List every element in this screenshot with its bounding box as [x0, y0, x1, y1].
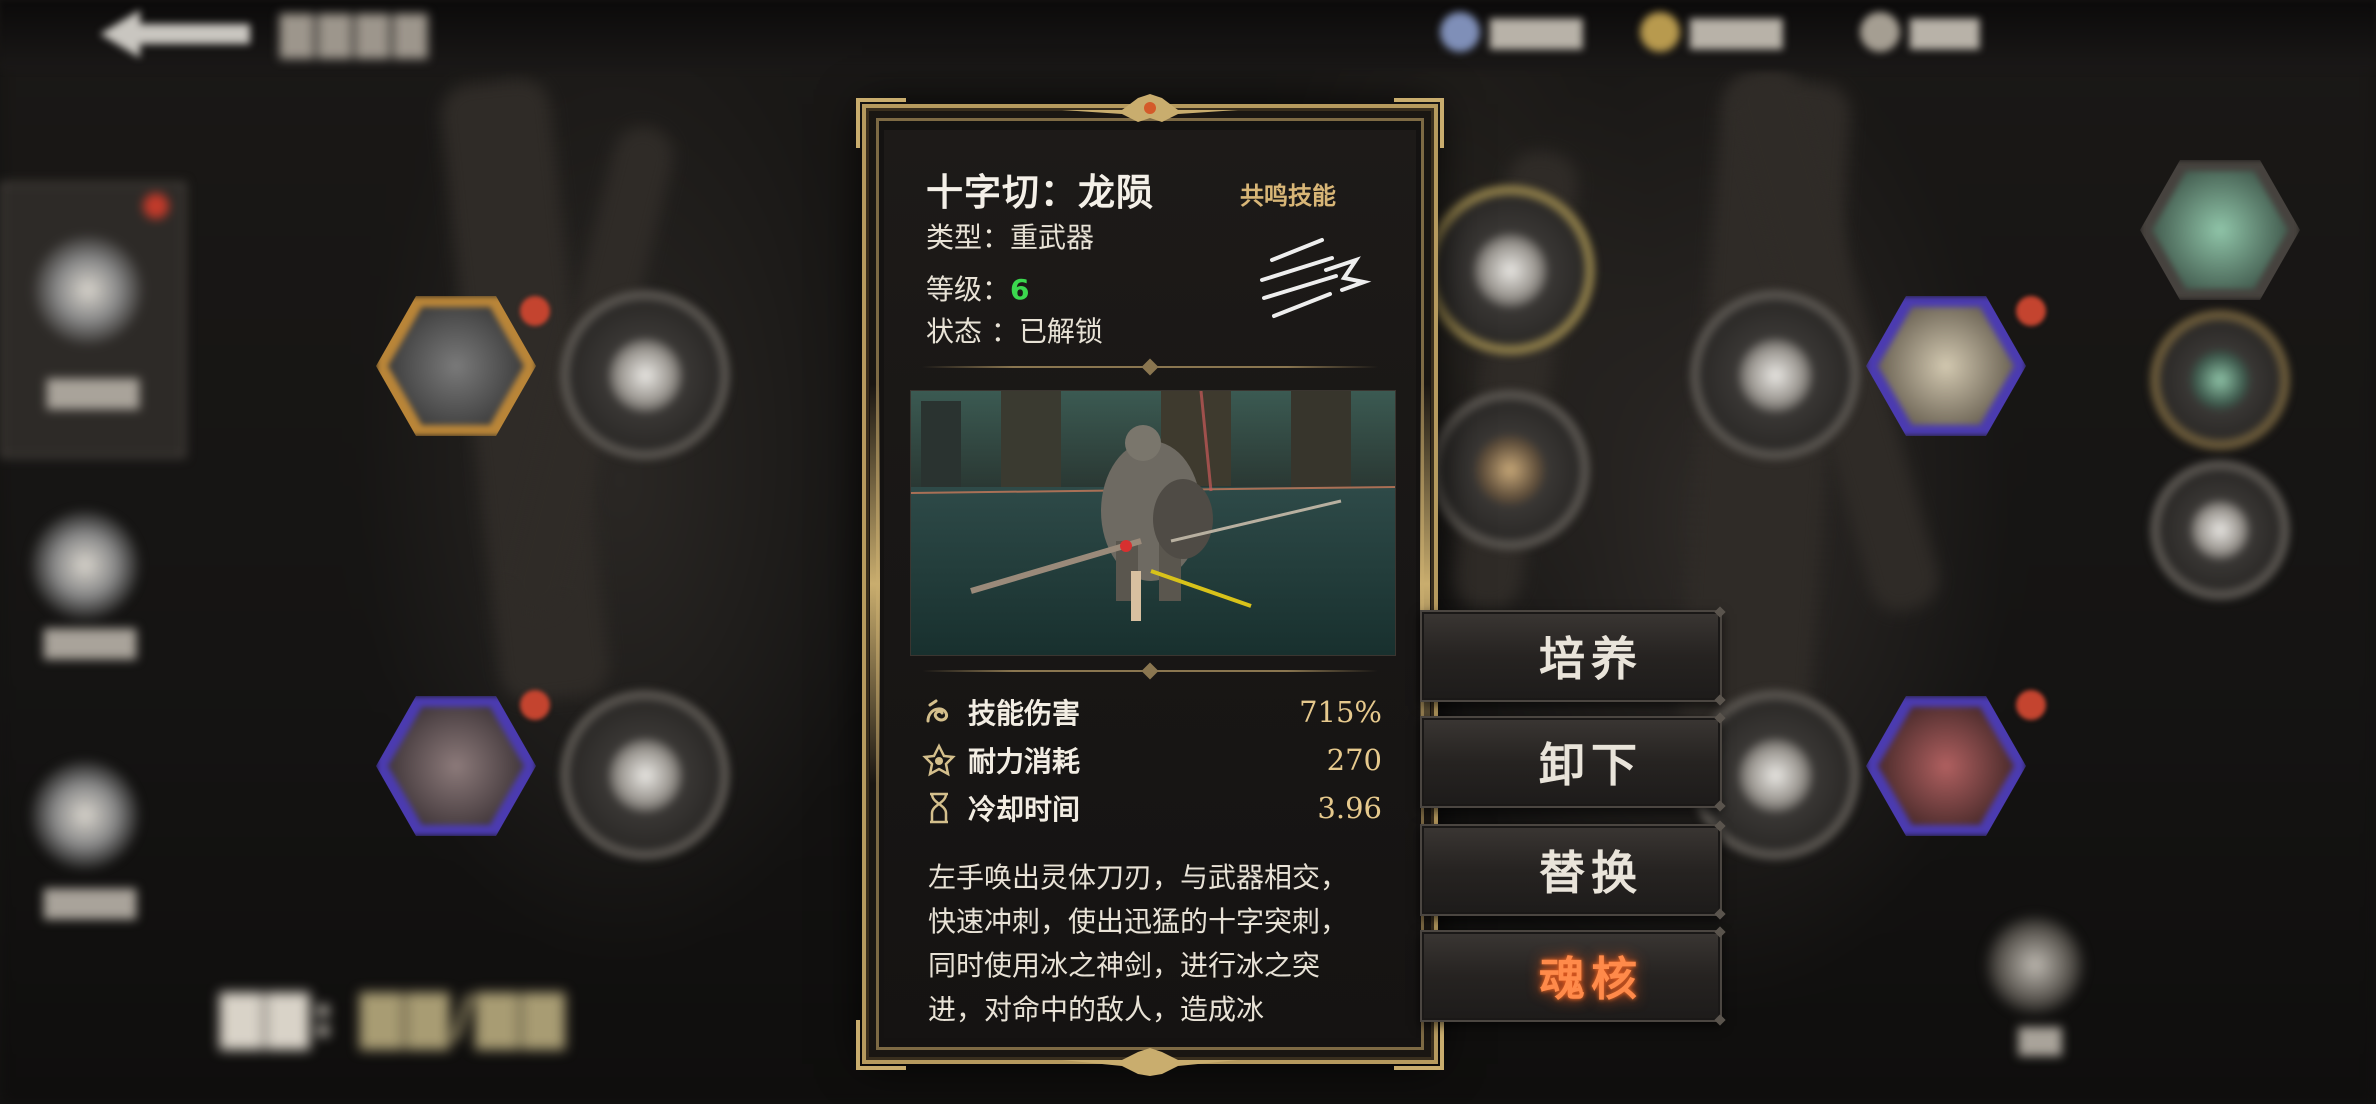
- stat-label: 耐力消耗: [968, 745, 1081, 778]
- skill-status-label: 状态 ：: [926, 315, 1019, 348]
- stat-row-cooldown: 冷却时间 3.96: [922, 786, 1382, 830]
- side-tab-label-blurred: ▇▇▇▇: [43, 885, 137, 920]
- side-tab-label-blurred: ▇▇▇▇: [46, 375, 140, 410]
- divider: [922, 358, 1378, 376]
- stat-row-stamina: 耐力消耗 270: [922, 738, 1382, 782]
- unequip-button[interactable]: 卸下: [1420, 716, 1722, 808]
- skill-description: 左手唤出灵体刀刃，与武器相交，快速冲刺，使出迅猛的十字突刺，同时使用冰之神剑，进…: [928, 861, 1349, 1026]
- notification-badge: [143, 193, 169, 219]
- notification-dot: [520, 296, 550, 326]
- back-arrow-icon[interactable]: [100, 6, 250, 62]
- cultivate-button[interactable]: 培养: [1420, 610, 1722, 702]
- notification-dot: [520, 690, 550, 720]
- skill-slot-ring[interactable]: [560, 690, 730, 860]
- network-icon: [30, 510, 140, 620]
- reset-button[interactable]: ▇▇: [1985, 915, 2095, 1056]
- gold-currency-icon: [1640, 12, 1680, 52]
- side-tab-skills[interactable]: ▇▇▇▇: [0, 182, 186, 458]
- skill-tag: 共鸣技能: [1240, 181, 1336, 210]
- hourglass-icon: [930, 792, 948, 824]
- cultivate-button-label: 培养: [1539, 632, 1643, 686]
- frame-crest-bottom: [1062, 1048, 1238, 1076]
- skill-type-line: 类型：重武器: [926, 216, 1094, 256]
- currency-soul: ▇▇▇▇: [1440, 10, 1582, 54]
- frame-crest-top: [1062, 94, 1238, 122]
- soul-core-button-label: 魂核: [1539, 952, 1643, 1006]
- reset-label-blurred: ▇▇: [2018, 1023, 2062, 1056]
- top-title-blurred: ▇▇▇▇: [280, 8, 432, 59]
- stat-label: 冷却时间: [968, 793, 1081, 826]
- sword-icon: [33, 235, 143, 345]
- skill-detail-card: 十字切：龙陨 共鸣技能 类型：重武器 等级：6 状态 ：已解锁 技能伤害 715…: [856, 94, 1444, 1076]
- divider: [922, 662, 1378, 680]
- soul-count-blurred: ▇▇: ▇▇/▇▇: [220, 985, 568, 1050]
- skill-slot-ring[interactable]: [1425, 185, 1595, 355]
- skill-status-value: 已解锁: [1018, 315, 1103, 348]
- currency-gold: ▇▇▇▇: [1640, 10, 1782, 54]
- soul-currency-icon: [1440, 12, 1480, 52]
- stat-value: 715%: [1299, 695, 1382, 729]
- stat-row-damage: 技能伤害 715%: [922, 690, 1382, 734]
- skill-level-label: 等级：: [926, 273, 1011, 306]
- side-tab-label-blurred: ▇▇▇▇: [43, 625, 137, 660]
- skill-name: 十字切：龙陨: [926, 170, 1154, 214]
- currency-amount-blurred: ▇▇▇▇: [1690, 14, 1783, 50]
- stat-label: 技能伤害: [968, 697, 1081, 730]
- skill-slot-ring[interactable]: [1430, 390, 1590, 550]
- skill-level-value: 6: [1010, 273, 1030, 306]
- skill-status-line: 状态 ：已解锁: [926, 310, 1103, 350]
- skill-type-value: 重武器: [1010, 221, 1095, 254]
- skill-preview-image: [910, 390, 1396, 656]
- currency-amount-blurred: ▇▇▇: [1910, 14, 1980, 50]
- swirl-icon: [926, 699, 949, 723]
- reset-icon: [1985, 915, 2085, 1015]
- equip-slot-ring[interactable]: [2150, 310, 2290, 450]
- replace-button[interactable]: 替换: [1420, 824, 1722, 916]
- dragon-claw-icon: [1260, 238, 1372, 318]
- currency-other: ▇▇▇: [1860, 10, 1979, 54]
- skill-type-label: 类型：: [926, 221, 1011, 254]
- energy-currency-icon: [1860, 12, 1900, 52]
- frame-side-ornament: [870, 384, 880, 784]
- soul-core-button[interactable]: 魂核: [1420, 930, 1722, 1022]
- notification-dot: [2016, 690, 2046, 720]
- side-tab-3[interactable]: ▇▇▇▇: [0, 740, 180, 940]
- stat-value: 3.96: [1317, 791, 1382, 825]
- unequip-button-label: 卸下: [1539, 738, 1643, 792]
- currency-amount-blurred: ▇▇▇▇: [1490, 14, 1583, 50]
- skill-slot-ring[interactable]: [560, 290, 730, 460]
- equip-slot-ring[interactable]: [2150, 460, 2290, 600]
- skill-level-line: 等级：6: [926, 268, 1030, 308]
- skill-slot-ring[interactable]: [1690, 290, 1860, 460]
- notification-dot: [2016, 296, 2046, 326]
- replace-button-label: 替换: [1539, 846, 1643, 900]
- side-tab-2[interactable]: ▇▇▇▇: [0, 490, 180, 670]
- character-icon: [30, 760, 140, 870]
- stamina-icon: [922, 743, 956, 777]
- stat-value: 270: [1326, 743, 1382, 777]
